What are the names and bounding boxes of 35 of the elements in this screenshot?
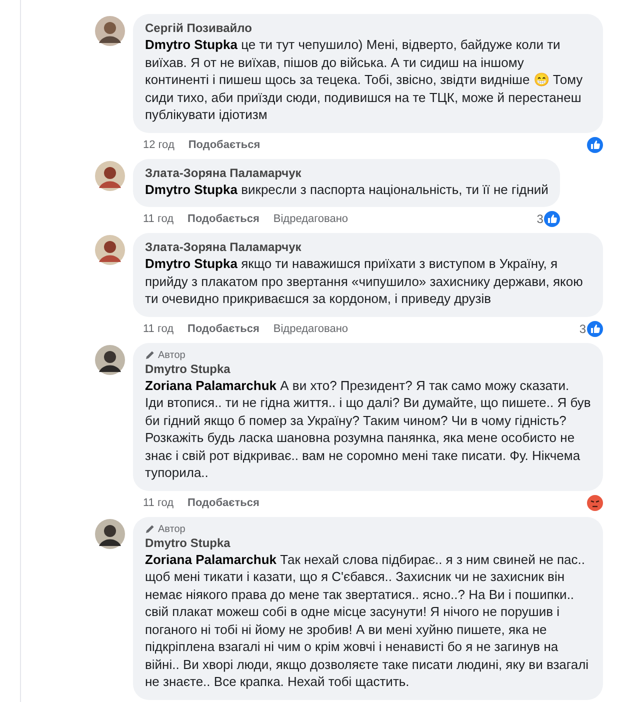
comment-author: Злата-Зоряна Паламарчук — [145, 240, 302, 254]
pencil-icon — [145, 350, 155, 360]
like-link[interactable]: Подобається — [188, 322, 260, 334]
like-link[interactable]: Подобається — [188, 138, 260, 150]
comment-time: 11 год — [143, 496, 174, 508]
angry-face-icon[interactable] — [587, 494, 603, 510]
like-link[interactable]: Подобається — [188, 496, 260, 508]
comment-time: 12 год — [143, 138, 174, 150]
thumbs-up-icon[interactable] — [544, 211, 560, 227]
pencil-icon — [145, 524, 155, 534]
comment-author: Злата-Зоряна Паламарчук — [145, 166, 302, 180]
comment-text: Dmytro Stupka викресли з паспорта національність, ти її не гідний — [145, 180, 548, 198]
thumbs-up-icon[interactable] — [587, 320, 603, 336]
comment-author: Сергій Позивайло — [145, 21, 253, 35]
avatar[interactable] — [95, 518, 125, 548]
edited-label: Відредаговано — [273, 322, 348, 334]
edited-label: Відредаговано — [273, 213, 348, 225]
thumbs-up-icon[interactable] — [587, 136, 603, 152]
reaction-count: 3 — [579, 322, 586, 336]
comment-author: Dmytro Stupka — [145, 362, 232, 376]
comment-text: Zoriana Palamarchuk А ви хто? Президент? Я так само можу сказати. Іди втопися.. ти не гідна життя.. і що далі? Ви думайте, що пишете.. Я був би гідний якщо б помер за Україну? Таким чином? Чи в чому гідність? Розкажіть будь ласка шановна розумна панянка, яка мене особисто не знає і свій рот відкриває.. вам не соромно мені таке писати. Фу. Нікчема тупорила.. — [145, 376, 591, 482]
avatar[interactable] — [95, 235, 125, 265]
comment-author: Dmytro Stupka — [145, 536, 232, 550]
author-label: Автор — [158, 350, 186, 360]
avatar[interactable] — [95, 344, 125, 374]
avatar[interactable] — [95, 160, 125, 190]
avatar[interactable] — [95, 16, 125, 46]
reaction-count: 3 — [536, 212, 544, 226]
comment-text: Dmytro Stupka якщо ти наважишся приїхати з виступом в Україну, я прийду з плакатом про звертання «чипушило» захиснику держави, якою ти очевидно прикриваєшся за кордоном, і приведу друзів — [145, 255, 584, 308]
author-label: Автор — [158, 524, 186, 534]
like-link[interactable]: Подобається — [188, 213, 260, 225]
comment-text: Zoriana Palamarchuk Так нехай слова підбирає.. я з ним свиней не пас.. щоб мені тикати і казати, що я С'єбався.. Захисник чи не захисник він немає ніякого права до мене так звертатися.. ясно..? На Ви і пошипки.. свій плакат можеш собі в одне місце засунути! Я нічого не порушив і поганого ні тобі ні йому не зробив! А ви мені хуйню пишете, яка не підкріплена взагалі ні чим о крім жовчі і ненависті бо я не загинув на війні.. Ви хворі люди, якщо дозволяєте таке писати людині, яку ви взагалі не знаєте.. Все крапка. Нехай тобі щастить. — [145, 550, 590, 690]
comment-time: 11 год — [143, 213, 174, 225]
comment-text: Dmytro Stupka це ти тут чепушило) Мені, відверто, байдуже коли ти виїхав. Я от не виїхав, пішов до війська. А ти сидиш на іншому континенті і пишеш щось за тецека. Тобі, звісно, звідти видніше 😁 Тому сиди тихо, аби приїзди сюди, подивишся на те ТЦК, може й перестанеш публікувати ідіотизм — [145, 36, 584, 124]
comment-time: 11 год — [143, 322, 174, 334]
